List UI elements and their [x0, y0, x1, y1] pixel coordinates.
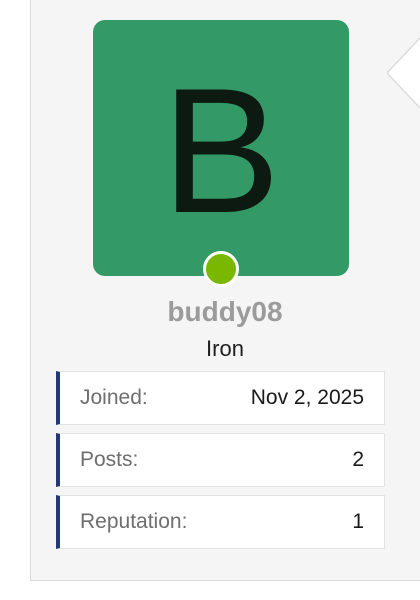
user-rank: Iron	[206, 336, 244, 361]
stat-label: Reputation:	[80, 510, 188, 533]
user-avatar[interactable]: B	[93, 20, 349, 276]
stat-row-posts: Posts: 2	[56, 433, 385, 487]
stat-value: 2	[352, 448, 364, 471]
stat-row-joined: Joined: Nov 2, 2025	[56, 371, 385, 425]
stat-label: Posts:	[80, 448, 139, 471]
stat-row-reputation: Reputation: 1	[56, 495, 385, 549]
avatar-letter: B	[161, 51, 281, 250]
stat-value: Nov 2, 2025	[250, 386, 364, 409]
stat-value: 1	[352, 510, 364, 533]
online-status-icon	[203, 251, 239, 287]
username-link[interactable]: buddy08	[30, 296, 420, 328]
stat-label: Joined:	[80, 386, 148, 409]
